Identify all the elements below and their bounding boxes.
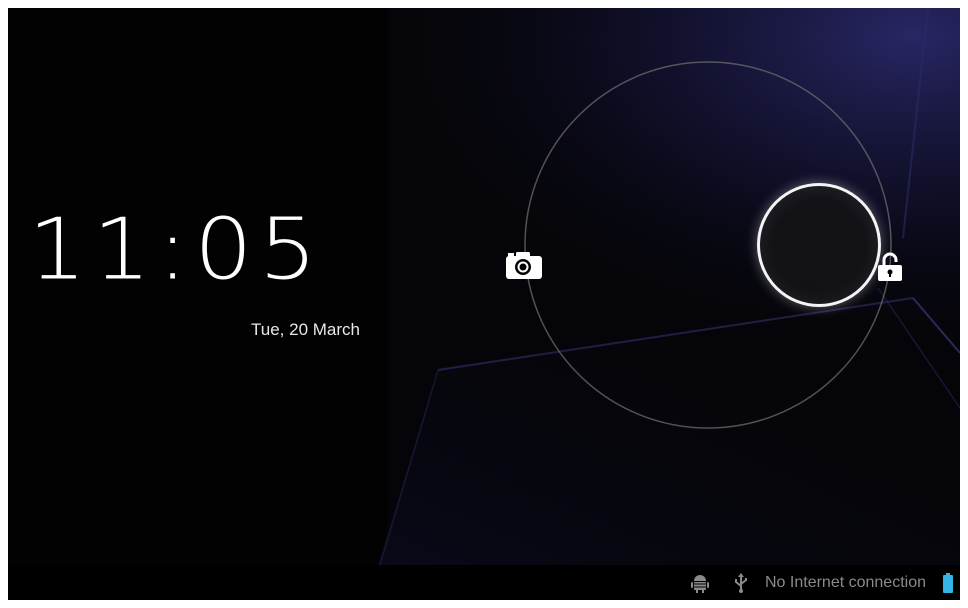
unlock-target[interactable]: [875, 250, 905, 284]
clock-time: 11:05: [28, 200, 324, 299]
unlock-handle[interactable]: [757, 183, 881, 307]
network-status-text: No Internet connection: [765, 573, 926, 591]
unlock-icon: [878, 252, 902, 281]
camera-icon: [506, 252, 542, 279]
battery-icon: [942, 565, 954, 600]
usb-icon: [733, 565, 749, 600]
android-debug-icon: [689, 565, 711, 600]
clock-date: Tue, 20 March: [251, 320, 360, 339]
lock-screen: 11:05 Tue, 20 March No Internet connecti…: [8, 8, 960, 600]
camera-target[interactable]: [504, 248, 544, 282]
status-bar[interactable]: No Internet connection: [8, 565, 960, 600]
